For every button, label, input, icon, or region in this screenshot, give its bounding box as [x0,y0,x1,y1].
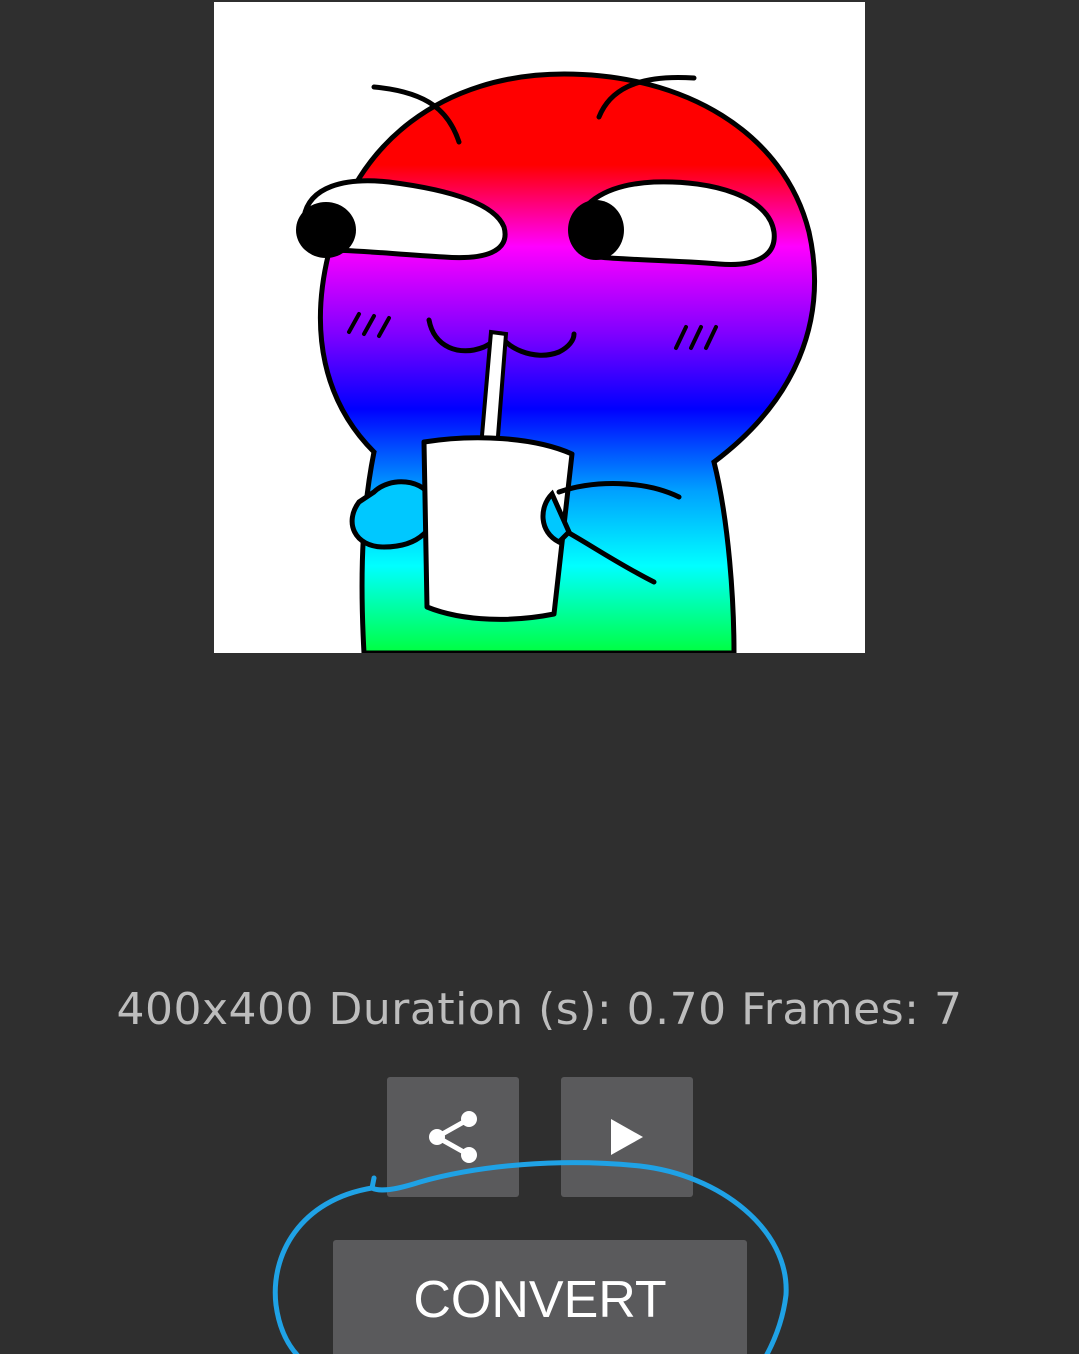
share-button[interactable] [387,1077,519,1197]
app-screen: 400x400 Duration (s): 0.70 Frames: 7 CON… [0,0,1079,1354]
gif-preview [214,2,865,653]
play-icon [611,1119,643,1155]
gif-info-text: 400x400 Duration (s): 0.70 Frames: 7 [116,984,963,1035]
sticker-image [296,71,818,653]
share-icon [429,1111,477,1163]
play-button[interactable] [561,1077,693,1197]
convert-button[interactable]: CONVERT [333,1240,747,1354]
